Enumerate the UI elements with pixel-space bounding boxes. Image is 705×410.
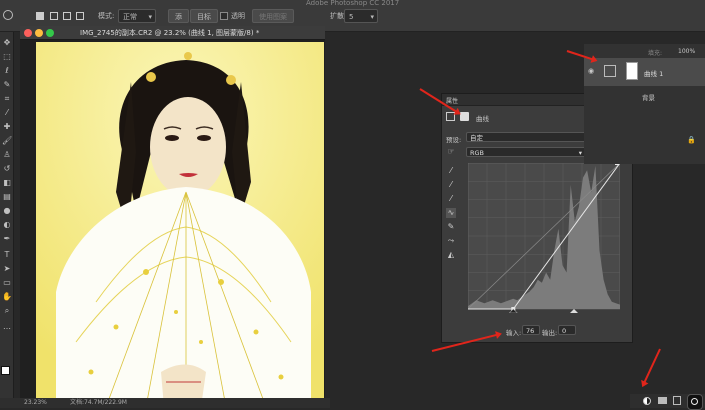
marquee-icon[interactable]: ⬚ [2, 52, 12, 62]
eraser-icon[interactable]: ◧ [2, 178, 12, 188]
add-button[interactable]: 添 [168, 9, 189, 23]
mode-label: 模式: [98, 12, 115, 20]
output-field[interactable]: 0 [558, 325, 576, 335]
crop-icon[interactable]: ⌗ [2, 94, 12, 104]
preset-label: 预设: [446, 136, 462, 144]
smooth-curve-icon[interactable]: ⤳ [446, 236, 456, 246]
intersect-selection-icon[interactable] [76, 12, 84, 20]
maximize-window-icon[interactable] [46, 29, 54, 37]
close-window-icon[interactable] [24, 29, 32, 37]
clipping-warning-icon[interactable]: ◭ [446, 250, 456, 260]
mode-select[interactable]: 正常 ▾ [118, 9, 156, 23]
curve-edit-icon[interactable]: ∿ [446, 208, 456, 218]
fill-label: 填充: [648, 50, 663, 57]
layer-name[interactable]: 背景 [642, 92, 655, 102]
subtract-selection-icon[interactable] [63, 12, 71, 20]
spread-value: 5 [349, 13, 354, 21]
portrait-photo [36, 42, 324, 407]
layers-panel: 填充: 100% ◉ 曲线 1 背景 🔒 [584, 44, 705, 164]
document-window: IMG_2745的副本.CR2 @ 23.2% (曲线 1, 图层蒙版/8) * [20, 26, 325, 408]
new-layer-icon[interactable] [673, 396, 681, 405]
curves-graph[interactable] [468, 163, 620, 313]
lock-icon: 🔒 [687, 136, 696, 144]
chevron-down-icon: ▾ [370, 13, 374, 21]
zoom-level[interactable]: 23.23% [24, 398, 47, 408]
white-input-slider[interactable] [570, 309, 578, 313]
path-select-icon[interactable]: ➤ [2, 264, 12, 274]
checkbox-icon [220, 12, 228, 20]
layer-row-curves[interactable]: ◉ 曲线 1 [584, 58, 705, 86]
dodge-icon[interactable]: ◐ [2, 220, 12, 230]
healing-icon[interactable]: ✚ [2, 122, 12, 132]
zoom-icon[interactable]: ⌕ [2, 306, 12, 316]
eye-icon[interactable]: ◉ [588, 67, 594, 75]
white-point-eyedropper-icon[interactable]: ⁄ [446, 194, 456, 204]
add-selection-icon[interactable] [50, 12, 58, 20]
pencil-draw-icon[interactable]: ✎ [446, 222, 456, 232]
properties-tab[interactable]: 属性 [446, 96, 458, 105]
channel-value: RGB [470, 149, 485, 157]
mode-value: 正常 [123, 13, 137, 21]
pen-icon[interactable]: ✒ [2, 234, 12, 244]
channel-select[interactable]: RGB ▾ [466, 147, 586, 157]
adjustment-layer-icon[interactable] [643, 397, 651, 405]
app-title: Adobe Photoshop CC 2017 [306, 0, 400, 7]
hand-icon[interactable]: ✋ [2, 292, 12, 302]
annotation-arrow [642, 348, 661, 386]
shape-icon[interactable]: ▭ [2, 278, 12, 288]
transparency-label: 透明 [231, 12, 245, 20]
stamp-icon[interactable]: ♙ [2, 150, 12, 160]
curves-title: 曲线 [476, 115, 489, 123]
history-brush-icon[interactable]: ↺ [2, 164, 12, 174]
status-bar: 23.23% 文档:74.7M/222.9M [0, 398, 330, 408]
layers-bottom-toolbar [630, 394, 705, 410]
chevron-down-icon: ▾ [148, 13, 152, 21]
move-icon[interactable]: ✥ [2, 38, 12, 48]
brush-icon[interactable]: 🖌 [2, 136, 12, 146]
more-tools-icon[interactable]: … [2, 322, 12, 332]
foreground-color-swatch[interactable] [1, 366, 10, 375]
minimize-window-icon[interactable] [35, 29, 43, 37]
layer-name[interactable]: 曲线 1 [644, 68, 663, 78]
gray-point-eyedropper-icon[interactable]: ⁄ [446, 180, 456, 190]
gradient-icon[interactable]: ▤ [2, 192, 12, 202]
eyedropper-icon[interactable]: ⁄ [2, 108, 12, 118]
type-icon[interactable]: T [2, 250, 12, 260]
preset-value: 自定 [470, 134, 483, 142]
fill-value[interactable]: 100% [678, 48, 695, 55]
tools-panel: ✥ ⬚ ℓ ✎ ⌗ ⁄ ✚ 🖌 ♙ ↺ ◧ ▤ ● ◐ ✒ T ➤ ▭ ✋ ⌕ … [0, 32, 14, 408]
output-label: 输出: [542, 329, 558, 337]
target-button[interactable]: 目标 [190, 9, 218, 23]
document-title: IMG_2745的副本.CR2 @ 23.2% (曲线 1, 图层蒙版/8) * [80, 29, 260, 37]
input-field[interactable]: 76 [522, 325, 540, 335]
brush-preset-icon[interactable] [3, 10, 13, 20]
document-tab[interactable]: IMG_2745的副本.CR2 @ 23.2% (曲线 1, 图层蒙版/8) * [20, 26, 325, 40]
folder-icon[interactable] [658, 397, 667, 404]
layer-mask-thumbnail[interactable] [626, 62, 638, 80]
new-selection-icon[interactable] [36, 12, 44, 20]
layer-row-background[interactable]: 背景 [584, 88, 705, 106]
target-adjust-icon[interactable]: ☞ [446, 147, 456, 157]
black-input-slider[interactable] [508, 308, 518, 313]
use-pattern-button[interactable]: 使用图案 [252, 9, 294, 23]
quick-select-icon[interactable]: ✎ [2, 80, 12, 90]
chevron-down-icon: ▾ [578, 149, 582, 157]
transparency-checkbox[interactable]: 透明 [220, 9, 245, 23]
spread-input[interactable]: 5 ▾ [344, 9, 378, 23]
lasso-icon[interactable]: ℓ [2, 66, 12, 76]
curves-adjustment-icon [604, 65, 616, 77]
image-canvas[interactable] [36, 42, 324, 407]
document-size: 文档:74.7M/222.9M [70, 399, 127, 406]
blur-icon[interactable]: ● [2, 206, 12, 216]
input-label: 输入: [506, 329, 522, 337]
black-point-eyedropper-icon[interactable]: ⁄ [446, 166, 456, 176]
